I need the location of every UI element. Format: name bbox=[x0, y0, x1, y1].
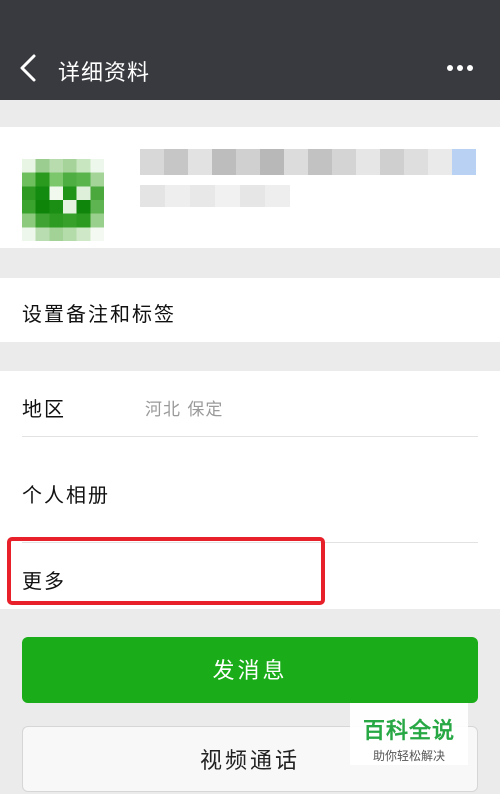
send-message-button[interactable]: 发消息 bbox=[22, 637, 478, 703]
page-title: 详细资料 bbox=[58, 61, 151, 86]
remark-tags-label: 设置备注和标签 bbox=[22, 302, 176, 326]
remark-tags-row[interactable]: 设置备注和标签 bbox=[0, 278, 500, 342]
chevron-left-icon[interactable] bbox=[14, 52, 46, 84]
highlight-box bbox=[7, 537, 325, 605]
more-dots-icon[interactable] bbox=[446, 64, 474, 72]
profile-card[interactable] bbox=[0, 127, 500, 248]
watermark: 百科全说 助你轻松解决 bbox=[350, 703, 468, 765]
account-id-blurred bbox=[140, 185, 290, 207]
personal-album-label: 个人相册 bbox=[22, 483, 110, 507]
name-blurred bbox=[140, 149, 476, 175]
divider bbox=[22, 436, 478, 437]
region-value: 河北 保定 bbox=[145, 400, 224, 420]
watermark-subtitle: 助你轻松解决 bbox=[372, 749, 445, 763]
watermark-title: 百科全说 bbox=[362, 719, 455, 744]
nav-bar: 详细资料 bbox=[0, 0, 500, 100]
region-label: 地区 bbox=[22, 397, 66, 421]
avatar[interactable] bbox=[22, 158, 104, 242]
